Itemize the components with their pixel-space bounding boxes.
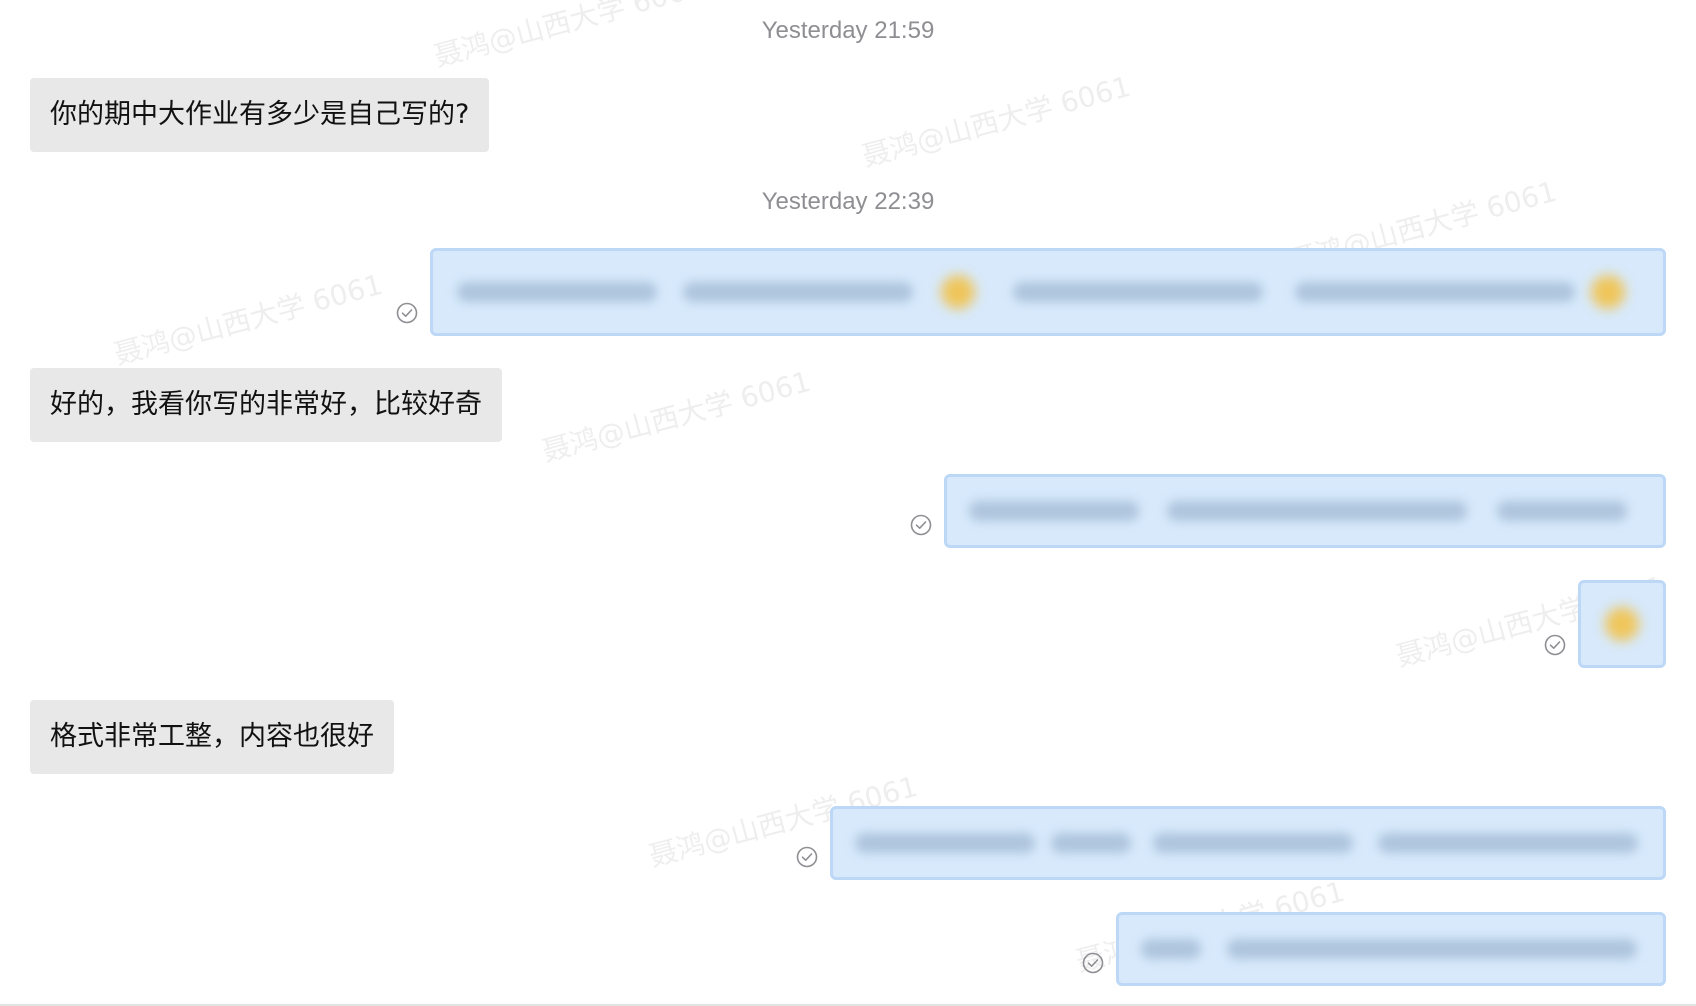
redacted-text <box>1497 501 1627 521</box>
emoji-icon <box>1605 607 1639 641</box>
message-timestamp: Yesterday 21:59 <box>761 17 935 44</box>
check-circle-icon <box>1082 952 1104 974</box>
redacted-text <box>683 282 913 302</box>
watermark: 聂鸿@山西大学 6061 <box>110 267 387 372</box>
outgoing-message-redacted[interactable] <box>430 248 1666 336</box>
incoming-message[interactable]: 格式非常工整，内容也很好 <box>30 700 394 774</box>
redacted-text <box>457 282 657 302</box>
incoming-message[interactable]: 你的期中大作业有多少是自己写的? <box>30 78 490 152</box>
redacted-text <box>1051 833 1131 853</box>
watermark: 聂鸿@山西大学 6061 <box>858 69 1135 174</box>
outgoing-message-redacted[interactable] <box>944 474 1666 548</box>
incoming-message[interactable]: 好的，我看你写的非常好，比较好奇 <box>30 368 502 442</box>
redacted-text <box>1153 833 1353 853</box>
redacted-text <box>1141 939 1201 959</box>
emoji-icon <box>941 275 975 309</box>
outgoing-message-redacted[interactable] <box>1578 580 1666 668</box>
outgoing-message-redacted[interactable] <box>830 806 1666 880</box>
redacted-text <box>1167 501 1467 521</box>
message-timestamp: Yesterday 22:39 <box>761 188 935 215</box>
check-circle-icon <box>910 514 932 536</box>
redacted-text <box>1295 282 1575 302</box>
redacted-text <box>1378 833 1638 853</box>
emoji-icon <box>1591 275 1625 309</box>
watermark: 聂鸿@山西大学 6061 <box>538 364 815 469</box>
chat-transcript: 聂鸿@山西大学 6061 聂鸿@山西大学 6061 聂鸿@山西大学 6061 聂… <box>0 0 1696 1006</box>
check-circle-icon <box>796 846 818 868</box>
redacted-text <box>969 501 1139 521</box>
outgoing-message-redacted[interactable] <box>1116 912 1666 986</box>
redacted-text <box>1227 939 1637 959</box>
check-circle-icon <box>1544 634 1566 656</box>
redacted-text <box>855 833 1035 853</box>
redacted-text <box>1013 282 1263 302</box>
check-circle-icon <box>396 302 418 324</box>
